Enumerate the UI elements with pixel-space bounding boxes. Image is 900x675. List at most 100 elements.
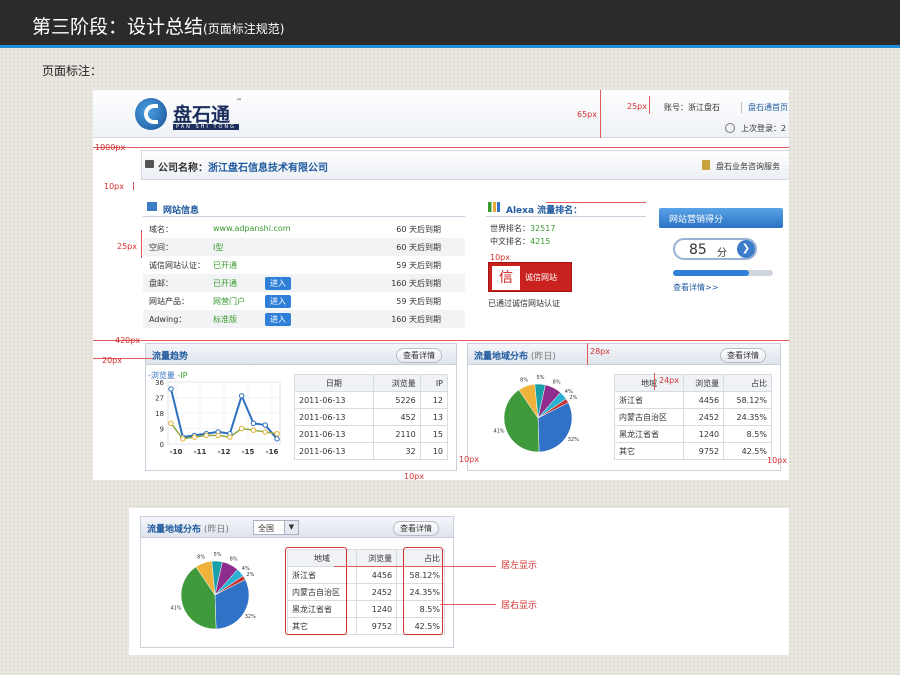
x-tick-label: -15 bbox=[242, 448, 255, 456]
data-point bbox=[168, 386, 174, 392]
chevron-right-icon: ❯ bbox=[737, 240, 755, 258]
region-select[interactable]: 全国 ▼ bbox=[253, 520, 299, 535]
score-title: 网站营销得分 bbox=[659, 208, 783, 228]
site-info-row: 域名： www.adpanshi.com 60 天后到期 bbox=[143, 220, 465, 238]
note-left: 居左显示 bbox=[501, 561, 538, 571]
page-title: 第三阶段：设计总结(页面标注规范) bbox=[32, 16, 285, 38]
x-tick-label: -11 bbox=[194, 448, 207, 456]
data-point bbox=[238, 425, 245, 432]
table-cell: 452 bbox=[372, 408, 421, 426]
site-info-row: 诚信网站认证： 已开通 59 天后到期 bbox=[143, 256, 465, 274]
data-point bbox=[191, 434, 198, 440]
logo: 盘石通 ™ PAN SHI TONG bbox=[135, 98, 245, 134]
company-name: 浙江盘石信息技术有限公司 bbox=[208, 163, 328, 174]
table-row: 其它 9752 42.5% bbox=[613, 442, 772, 460]
data-point bbox=[168, 420, 174, 427]
slice-label: 4% bbox=[242, 566, 250, 572]
info-expire: 60 天后到期 bbox=[396, 243, 441, 252]
info-expire: 59 天后到期 bbox=[396, 261, 441, 270]
page-label: 页面标注： bbox=[42, 64, 103, 78]
slice-label: 8% bbox=[197, 554, 205, 560]
region-detail-button[interactable]: 查看详情 bbox=[720, 348, 766, 363]
slice-label: 2% bbox=[569, 395, 577, 401]
table-cell: 2011-06-13 bbox=[294, 442, 374, 460]
enter-button[interactable]: 进入 bbox=[265, 295, 291, 308]
score-detail-link[interactable]: 查看详情>> bbox=[673, 282, 718, 293]
data-point bbox=[180, 436, 186, 442]
table-cell: 24.35% bbox=[723, 408, 772, 426]
traffic-detail-button[interactable]: 查看详情 bbox=[396, 348, 442, 363]
slice-label: 5% bbox=[537, 375, 545, 381]
traffic-title: 流量趋势 bbox=[152, 352, 189, 362]
info-key: 盘邮： bbox=[149, 279, 173, 288]
company-bar: 公司名称：浙江盘石信息技术有限公司 盘石业务咨询服务 bbox=[141, 150, 789, 180]
chart-bars-icon bbox=[488, 202, 500, 212]
info-expire: 160 天后到期 bbox=[391, 315, 441, 324]
traffic-table: 日期 浏览量 IP 2011-06-13 5226 12 2011-06-13 452 13 2… bbox=[294, 374, 449, 460]
site-info-section: 网站信息 域名： www.adpanshi.com 60 天后到期 空间： I型 60 天… bbox=[143, 200, 465, 332]
last-login: 上次登录：2 bbox=[741, 124, 787, 133]
score-value: 85 bbox=[689, 242, 707, 258]
table-cell: 2452 bbox=[683, 408, 725, 426]
y-tick-label: 18 bbox=[155, 410, 164, 418]
slice-label: 8% bbox=[230, 556, 238, 562]
table-row: 黑龙江省省 1240 8.5% bbox=[613, 425, 772, 443]
table-cell: 2110 bbox=[372, 425, 421, 443]
site-info-row: 网站产品： 网营门户 进入 59 天后到期 bbox=[143, 292, 465, 310]
table-cell: 黑龙江省省 bbox=[613, 425, 685, 443]
info-value: I型 bbox=[213, 243, 224, 252]
column-header: 浏览量 bbox=[356, 549, 398, 567]
data-point bbox=[274, 430, 280, 437]
info-value: 网营门户 bbox=[213, 297, 245, 306]
clock-icon bbox=[725, 123, 735, 133]
region-table: 地域 浏览量 占比 浙江省 4456 58.12% 内蒙古自治区 2452 24.35% 黑龙江… bbox=[613, 374, 772, 460]
table-cell: 32 bbox=[372, 442, 421, 460]
info-key: 诚信网站认证： bbox=[149, 261, 205, 270]
home-link[interactable]: 盘石通首页 bbox=[741, 102, 788, 113]
detail-detail-button[interactable]: 查看详情 bbox=[393, 521, 439, 536]
mockup-header: 盘石通 ™ PAN SHI TONG 账号：浙江盘石 盘石通首页 上次登录：2 bbox=[93, 90, 789, 138]
data-point bbox=[238, 393, 245, 399]
enter-button[interactable]: 进入 bbox=[265, 277, 291, 290]
consult-link[interactable]: 盘石业务咨询服务 bbox=[716, 161, 780, 172]
table-cell: 2011-06-13 bbox=[294, 408, 374, 426]
detail-pie-chart: 32% 41% 8% 5% 8% 4%2% bbox=[170, 552, 256, 630]
chevron-down-icon: ▼ bbox=[284, 521, 298, 534]
table-cell: 15 bbox=[419, 425, 449, 443]
score-card: 网站营销得分 85 分 ❯ 查看详情>> bbox=[659, 208, 783, 308]
table-row: 内蒙古自治区 2452 24.35% bbox=[613, 408, 772, 426]
trust-badge[interactable]: 信 诚信网站 bbox=[488, 262, 572, 292]
table-cell: 4456 bbox=[683, 391, 725, 409]
info-value: 已开通 bbox=[213, 279, 237, 288]
info-value: www.adpanshi.com bbox=[213, 224, 291, 233]
table-cell: 58.12% bbox=[723, 391, 772, 409]
note-right: 居右显示 bbox=[501, 601, 538, 611]
x-tick-label: -12 bbox=[218, 448, 231, 456]
info-expire: 59 天后到期 bbox=[396, 297, 441, 306]
slice-label: 41% bbox=[170, 606, 181, 612]
alexa-title: Alexa 流量排名： bbox=[506, 206, 583, 216]
table-cell: 1240 bbox=[356, 600, 398, 618]
table-cell: 内蒙古自治区 bbox=[613, 408, 685, 426]
info-expire: 60 天后到期 bbox=[396, 225, 441, 234]
table-cell: 13 bbox=[419, 408, 449, 426]
company-label: 公司名称： bbox=[158, 163, 208, 174]
enter-button[interactable]: 进入 bbox=[265, 313, 291, 326]
slice-label: 4% bbox=[565, 389, 573, 395]
data-point bbox=[262, 422, 268, 428]
trust-badge-icon: 信 bbox=[492, 266, 520, 290]
region-pie-chart: 32% 41% 8% 5% 8% 4%2% bbox=[493, 375, 579, 453]
table-cell: 10 bbox=[419, 442, 449, 460]
data-point bbox=[250, 420, 257, 427]
y-tick-label: 36 bbox=[155, 379, 164, 387]
detail-mockup: 流量地域分布 (昨日) 全国 ▼ 查看详情 32% 41% 8% 5% 8% 4% 2% 地… bbox=[129, 508, 789, 655]
y-tick-label: 27 bbox=[155, 395, 164, 403]
data-point bbox=[203, 432, 210, 439]
x-tick-label: -16 bbox=[266, 448, 279, 456]
slice-label: 5% bbox=[214, 552, 222, 558]
cert-text: 已通过诚信网站认证 bbox=[488, 299, 560, 308]
table-cell: 4456 bbox=[356, 566, 398, 584]
info-key: Adwing： bbox=[149, 315, 187, 324]
table-cell: 2011-06-13 bbox=[294, 425, 374, 443]
data-point bbox=[250, 427, 257, 433]
